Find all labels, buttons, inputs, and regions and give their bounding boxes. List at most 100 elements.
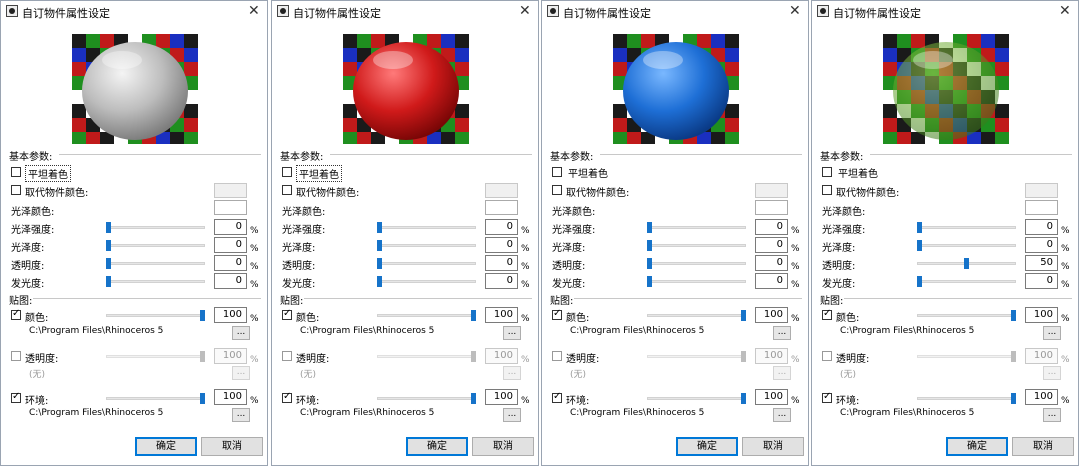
- gloss-strength-slider-thumb[interactable]: [647, 222, 652, 233]
- transparency-input[interactable]: 0: [214, 255, 247, 271]
- flat-shading-checkbox[interactable]: [822, 167, 832, 177]
- glossiness-input[interactable]: 0: [1025, 237, 1058, 253]
- flat-shading-label[interactable]: 平坦着色: [25, 165, 71, 182]
- luminance-input[interactable]: 0: [214, 273, 247, 289]
- override-color-checkbox[interactable]: [11, 185, 21, 195]
- map-environment-input[interactable]: 100: [1025, 389, 1058, 405]
- flat-shading-label[interactable]: 平坦着色: [836, 165, 880, 180]
- map-environment-slider-track[interactable]: [647, 397, 746, 400]
- transparency-input[interactable]: 0: [755, 255, 788, 271]
- ok-button[interactable]: 确定: [676, 437, 738, 456]
- luminance-slider-track[interactable]: [917, 280, 1016, 283]
- gloss-strength-slider-track[interactable]: [647, 226, 746, 229]
- map-environment-checkbox[interactable]: [282, 391, 292, 403]
- map-environment-browse-button[interactable]: ...: [232, 408, 250, 422]
- luminance-input[interactable]: 0: [485, 273, 518, 289]
- flat-shading-label[interactable]: 平坦着色: [566, 165, 610, 180]
- map-transparency-checkbox[interactable]: [11, 351, 21, 361]
- luminance-slider-thumb[interactable]: [106, 276, 111, 287]
- glossiness-slider-track[interactable]: [377, 244, 476, 247]
- gloss-strength-slider-thumb[interactable]: [917, 222, 922, 233]
- close-icon[interactable]: ✕: [248, 3, 260, 19]
- transparency-slider-thumb[interactable]: [106, 258, 111, 269]
- map-environment-checkbox[interactable]: [552, 391, 562, 403]
- map-environment-slider-thumb[interactable]: [741, 393, 746, 404]
- map-color-slider-thumb[interactable]: [1011, 310, 1016, 321]
- map-environment-browse-button[interactable]: ...: [503, 408, 521, 422]
- map-transparency-checkbox[interactable]: [282, 351, 292, 361]
- gloss-color-swatch[interactable]: [1025, 200, 1058, 215]
- map-transparency-checkbox[interactable]: [822, 351, 832, 361]
- flat-shading-checkbox[interactable]: [282, 167, 292, 177]
- flat-shading-checkbox[interactable]: [552, 167, 562, 177]
- glossiness-input[interactable]: 0: [214, 237, 247, 253]
- map-color-slider-thumb[interactable]: [200, 310, 205, 321]
- glossiness-slider-thumb[interactable]: [377, 240, 382, 251]
- map-color-browse-button[interactable]: ...: [503, 326, 521, 340]
- map-color-browse-button[interactable]: ...: [1043, 326, 1061, 340]
- override-color-checkbox[interactable]: [822, 185, 832, 195]
- glossiness-slider-thumb[interactable]: [106, 240, 111, 251]
- glossiness-input[interactable]: 0: [755, 237, 788, 253]
- map-transparency-checkbox[interactable]: [552, 351, 562, 361]
- luminance-slider-thumb[interactable]: [377, 276, 382, 287]
- transparency-slider-thumb[interactable]: [647, 258, 652, 269]
- gloss-strength-slider-track[interactable]: [377, 226, 476, 229]
- override-color-checkbox[interactable]: [552, 185, 562, 195]
- map-environment-slider-track[interactable]: [377, 397, 476, 400]
- transparency-slider-track[interactable]: [106, 262, 205, 265]
- gloss-strength-input[interactable]: 0: [485, 219, 518, 235]
- map-color-slider-track[interactable]: [106, 314, 205, 317]
- ok-button[interactable]: 确定: [406, 437, 468, 456]
- map-color-checkbox[interactable]: [552, 308, 562, 320]
- ok-button[interactable]: 确定: [946, 437, 1008, 456]
- close-icon[interactable]: ✕: [789, 3, 801, 19]
- map-environment-input[interactable]: 100: [755, 389, 788, 405]
- map-color-input[interactable]: 100: [214, 307, 247, 323]
- close-icon[interactable]: ✕: [1059, 3, 1071, 19]
- map-color-input[interactable]: 100: [1025, 307, 1058, 323]
- glossiness-input[interactable]: 0: [485, 237, 518, 253]
- map-color-checkbox[interactable]: [822, 308, 832, 320]
- map-color-slider-thumb[interactable]: [741, 310, 746, 321]
- luminance-slider-track[interactable]: [106, 280, 205, 283]
- luminance-slider-track[interactable]: [377, 280, 476, 283]
- gloss-strength-slider-track[interactable]: [106, 226, 205, 229]
- override-color-checkbox[interactable]: [282, 185, 292, 195]
- transparency-slider-track[interactable]: [377, 262, 476, 265]
- map-environment-slider-thumb[interactable]: [200, 393, 205, 404]
- glossiness-slider-thumb[interactable]: [917, 240, 922, 251]
- gloss-color-swatch[interactable]: [755, 200, 788, 215]
- luminance-slider-thumb[interactable]: [917, 276, 922, 287]
- map-color-checkbox[interactable]: [282, 308, 292, 320]
- map-color-browse-button[interactable]: ...: [232, 326, 250, 340]
- glossiness-slider-track[interactable]: [106, 244, 205, 247]
- glossiness-slider-track[interactable]: [647, 244, 746, 247]
- map-environment-checkbox[interactable]: [822, 391, 832, 403]
- transparency-slider-thumb[interactable]: [377, 258, 382, 269]
- cancel-button[interactable]: 取消: [472, 437, 534, 456]
- map-color-slider-thumb[interactable]: [471, 310, 476, 321]
- transparency-slider-track[interactable]: [647, 262, 746, 265]
- gloss-strength-slider-track[interactable]: [917, 226, 1016, 229]
- gloss-strength-input[interactable]: 0: [755, 219, 788, 235]
- glossiness-slider-track[interactable]: [917, 244, 1016, 247]
- map-environment-browse-button[interactable]: ...: [1043, 408, 1061, 422]
- flat-shading-label[interactable]: 平坦着色: [296, 165, 342, 182]
- gloss-color-swatch[interactable]: [214, 200, 247, 215]
- luminance-slider-thumb[interactable]: [647, 276, 652, 287]
- map-environment-checkbox[interactable]: [11, 391, 21, 403]
- map-color-input[interactable]: 100: [485, 307, 518, 323]
- cancel-button[interactable]: 取消: [201, 437, 263, 456]
- map-color-slider-track[interactable]: [647, 314, 746, 317]
- cancel-button[interactable]: 取消: [1012, 437, 1074, 456]
- gloss-strength-slider-thumb[interactable]: [377, 222, 382, 233]
- map-color-slider-track[interactable]: [377, 314, 476, 317]
- gloss-strength-input[interactable]: 0: [1025, 219, 1058, 235]
- transparency-slider-thumb[interactable]: [964, 258, 969, 269]
- cancel-button[interactable]: 取消: [742, 437, 804, 456]
- glossiness-slider-thumb[interactable]: [647, 240, 652, 251]
- ok-button[interactable]: 确定: [135, 437, 197, 456]
- map-environment-slider-thumb[interactable]: [1011, 393, 1016, 404]
- flat-shading-checkbox[interactable]: [11, 167, 21, 177]
